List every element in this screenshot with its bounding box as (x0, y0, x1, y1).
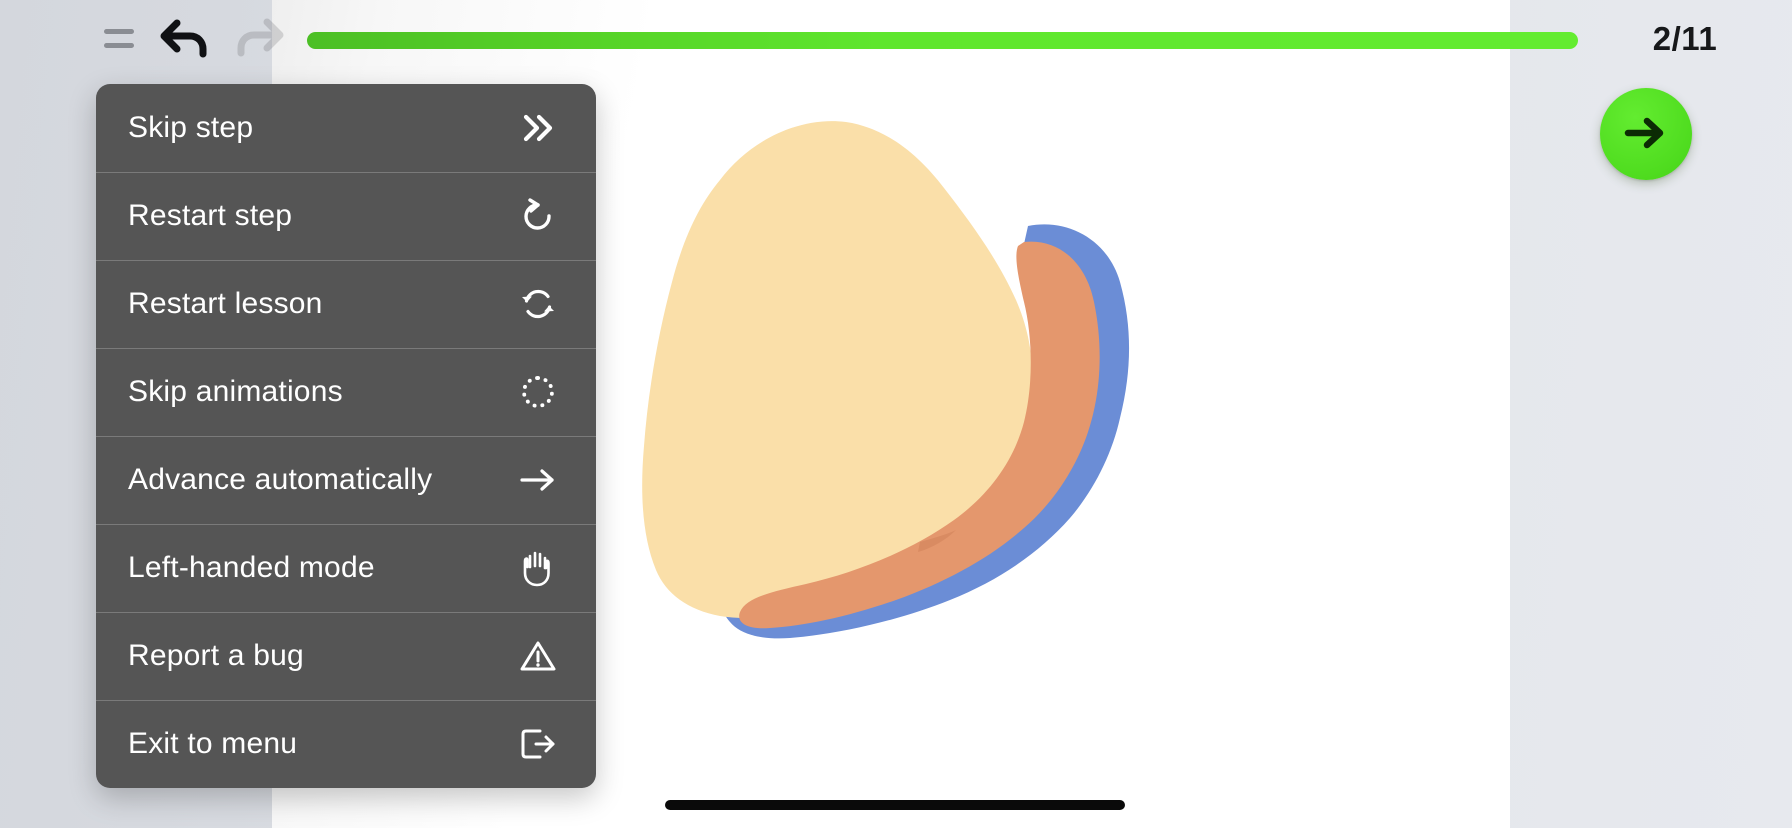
arrow-right-icon (1623, 113, 1669, 156)
redo-button[interactable] (234, 14, 286, 63)
menu-item-restart-step[interactable]: Restart step (96, 172, 596, 260)
dotted-circle-icon (514, 368, 562, 416)
rotate-counterclockwise-icon (514, 192, 562, 240)
menu-item-report-a-bug[interactable]: Report a bug (96, 612, 596, 700)
menu-toggle-button[interactable] (104, 21, 134, 55)
menu-item-left-handed-mode[interactable]: Left-handed mode (96, 524, 596, 612)
hand-icon (514, 544, 562, 592)
menu-item-label: Restart step (128, 199, 293, 232)
menu-item-skip-step[interactable]: Skip step (96, 84, 596, 172)
next-step-button[interactable] (1600, 88, 1692, 180)
menu-item-label: Skip step (128, 111, 254, 144)
warning-triangle-icon (514, 632, 562, 680)
double-chevron-right-icon (514, 104, 562, 152)
menu-item-label: Restart lesson (128, 287, 323, 320)
redo-arrow-icon (234, 14, 286, 63)
undo-arrow-icon (158, 15, 210, 61)
menu-item-label: Exit to menu (128, 727, 298, 760)
top-toolbar (0, 0, 284, 76)
lesson-progress-bar (307, 32, 1578, 49)
equals-icon (104, 28, 134, 48)
menu-item-advance-automatically[interactable]: Advance automatically (96, 436, 596, 524)
menu-item-label: Left-handed mode (128, 551, 375, 584)
menu-item-exit-to-menu[interactable]: Exit to menu (96, 700, 596, 788)
exit-door-icon (514, 720, 562, 768)
menu-item-label: Skip animations (128, 375, 343, 408)
refresh-cycle-icon (514, 280, 562, 328)
home-indicator (665, 800, 1125, 810)
options-menu: Skip step Restart step Restart lesson Sk… (96, 84, 596, 788)
step-counter: 2/11 (1652, 20, 1718, 57)
menu-item-label: Report a bug (128, 639, 304, 672)
menu-item-label: Advance automatically (128, 463, 433, 496)
menu-item-skip-animations[interactable]: Skip animations (96, 348, 596, 436)
arrow-right-icon (514, 456, 562, 504)
undo-button[interactable] (158, 15, 210, 61)
lesson-progress-fill (307, 32, 1578, 49)
menu-item-restart-lesson[interactable]: Restart lesson (96, 260, 596, 348)
